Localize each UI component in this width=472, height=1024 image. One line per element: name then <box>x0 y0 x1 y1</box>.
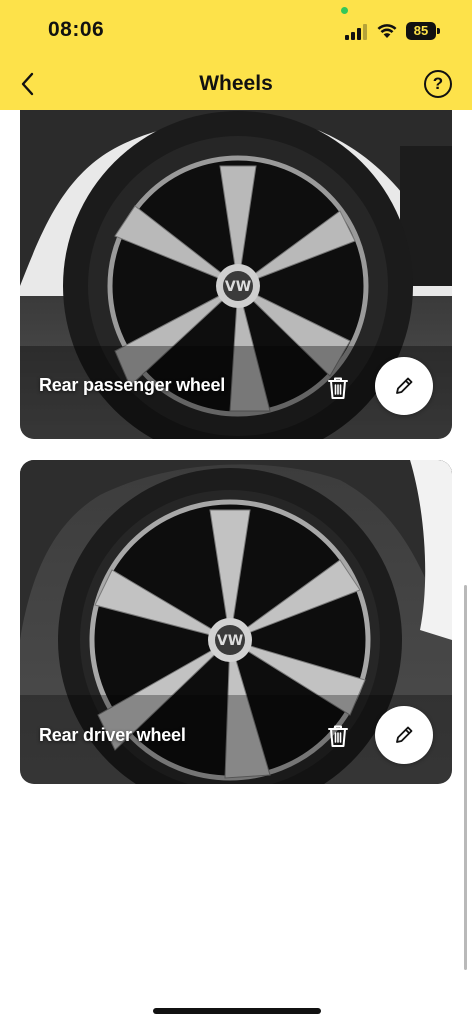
cellular-signal-icon <box>345 24 367 40</box>
nav-bar: Wheels ? <box>0 60 472 110</box>
edit-button[interactable] <box>375 706 433 764</box>
wheel-label: Rear passenger wheel <box>39 375 226 395</box>
privacy-indicator-dot <box>341 7 348 14</box>
wheel-label: Rear driver wheel <box>39 725 186 745</box>
wheel-card[interactable]: VW Rear passenger wheel <box>20 110 452 439</box>
app-header: 08:06 85 Wheels ? <box>0 0 472 110</box>
wheels-list: VW Rear passenger wheel VW Rear driver w… <box>0 110 472 1024</box>
svg-text:VW: VW <box>225 279 251 295</box>
status-time: 08:06 <box>48 18 105 41</box>
help-button[interactable]: ? <box>424 70 452 98</box>
battery-tip <box>437 28 440 34</box>
pencil-icon <box>396 726 413 743</box>
home-indicator[interactable] <box>153 1008 321 1014</box>
wifi-icon <box>377 24 397 38</box>
svg-text:VW: VW <box>217 633 243 649</box>
page-title: Wheels <box>199 72 273 95</box>
delete-button[interactable] <box>318 716 358 756</box>
wheel-card[interactable]: VW Rear driver wheel <box>20 460 452 784</box>
trash-icon <box>328 725 348 747</box>
trash-icon <box>328 377 348 399</box>
status-bar: 08:06 85 <box>0 0 472 60</box>
edit-button[interactable] <box>375 357 433 415</box>
delete-button[interactable] <box>318 368 358 408</box>
pencil-icon <box>396 377 413 394</box>
scrollbar[interactable] <box>464 585 467 970</box>
battery-icon: 85 <box>406 22 436 40</box>
